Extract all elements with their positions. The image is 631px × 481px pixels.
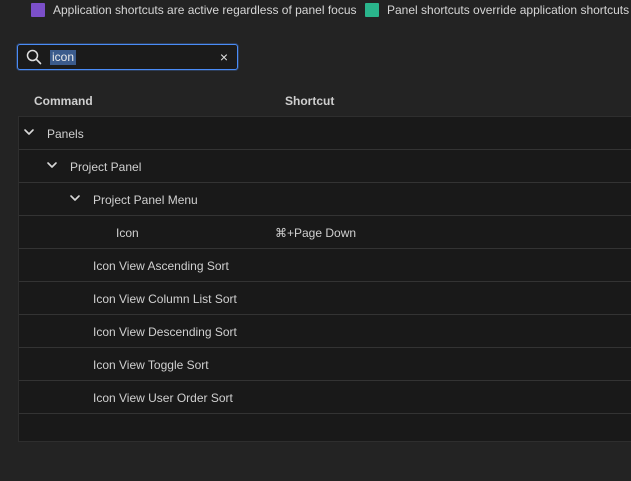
search-icon xyxy=(26,49,42,65)
row-shortcut-label[interactable]: ⌘+Page Down xyxy=(275,226,356,240)
row-command-label: Icon View Toggle Sort xyxy=(93,358,209,372)
row-command-label: Icon View Ascending Sort xyxy=(93,259,229,273)
table-row[interactable]: Panels xyxy=(19,117,631,150)
panel-swatch xyxy=(365,3,379,17)
shortcut-column-header[interactable]: Shortcut xyxy=(285,94,334,108)
table-row[interactable]: Icon View Column List Sort xyxy=(19,282,631,315)
table-row[interactable]: Project Panel xyxy=(19,150,631,183)
table-row[interactable]: Project Panel Menu xyxy=(19,183,631,216)
search-input[interactable]: icon xyxy=(50,50,77,65)
search-field[interactable]: icon × xyxy=(17,44,238,70)
shortcuts-table: Panels Project Panel Project Panel Menu Ico… xyxy=(18,116,631,442)
chevron-down-icon[interactable] xyxy=(69,192,81,204)
chevron-down-icon[interactable] xyxy=(23,126,35,138)
table-row[interactable]: Icon View Descending Sort xyxy=(19,315,631,348)
row-command-label: Icon View Column List Sort xyxy=(93,292,237,306)
row-command-label: Icon xyxy=(116,226,139,240)
legend-label-panel: Panel shortcuts override application sho… xyxy=(387,3,631,17)
row-command-label: Project Panel xyxy=(70,160,142,174)
legend-item-panel: Panel shortcuts override application sho… xyxy=(365,3,631,17)
shortcut-legend: Application shortcuts are active regardl… xyxy=(0,0,631,22)
row-command-label: Panels xyxy=(47,127,84,141)
legend-label-application: Application shortcuts are active regardl… xyxy=(53,3,357,17)
row-command-label: Project Panel Menu xyxy=(93,193,198,207)
chevron-down-icon[interactable] xyxy=(46,159,58,171)
application-swatch xyxy=(31,3,45,17)
table-row[interactable]: Icon View User Order Sort xyxy=(19,381,631,414)
clear-search-icon[interactable]: × xyxy=(217,49,231,65)
table-row[interactable]: Icon ⌘+Page Down xyxy=(19,216,631,249)
row-command-label: Icon View User Order Sort xyxy=(93,391,233,405)
command-column-header[interactable]: Command xyxy=(34,94,93,108)
table-row[interactable]: Icon View Toggle Sort xyxy=(19,348,631,381)
legend-item-application: Application shortcuts are active regardl… xyxy=(31,3,357,17)
table-row[interactable]: Icon View Ascending Sort xyxy=(19,249,631,282)
row-command-label: Icon View Descending Sort xyxy=(93,325,237,339)
